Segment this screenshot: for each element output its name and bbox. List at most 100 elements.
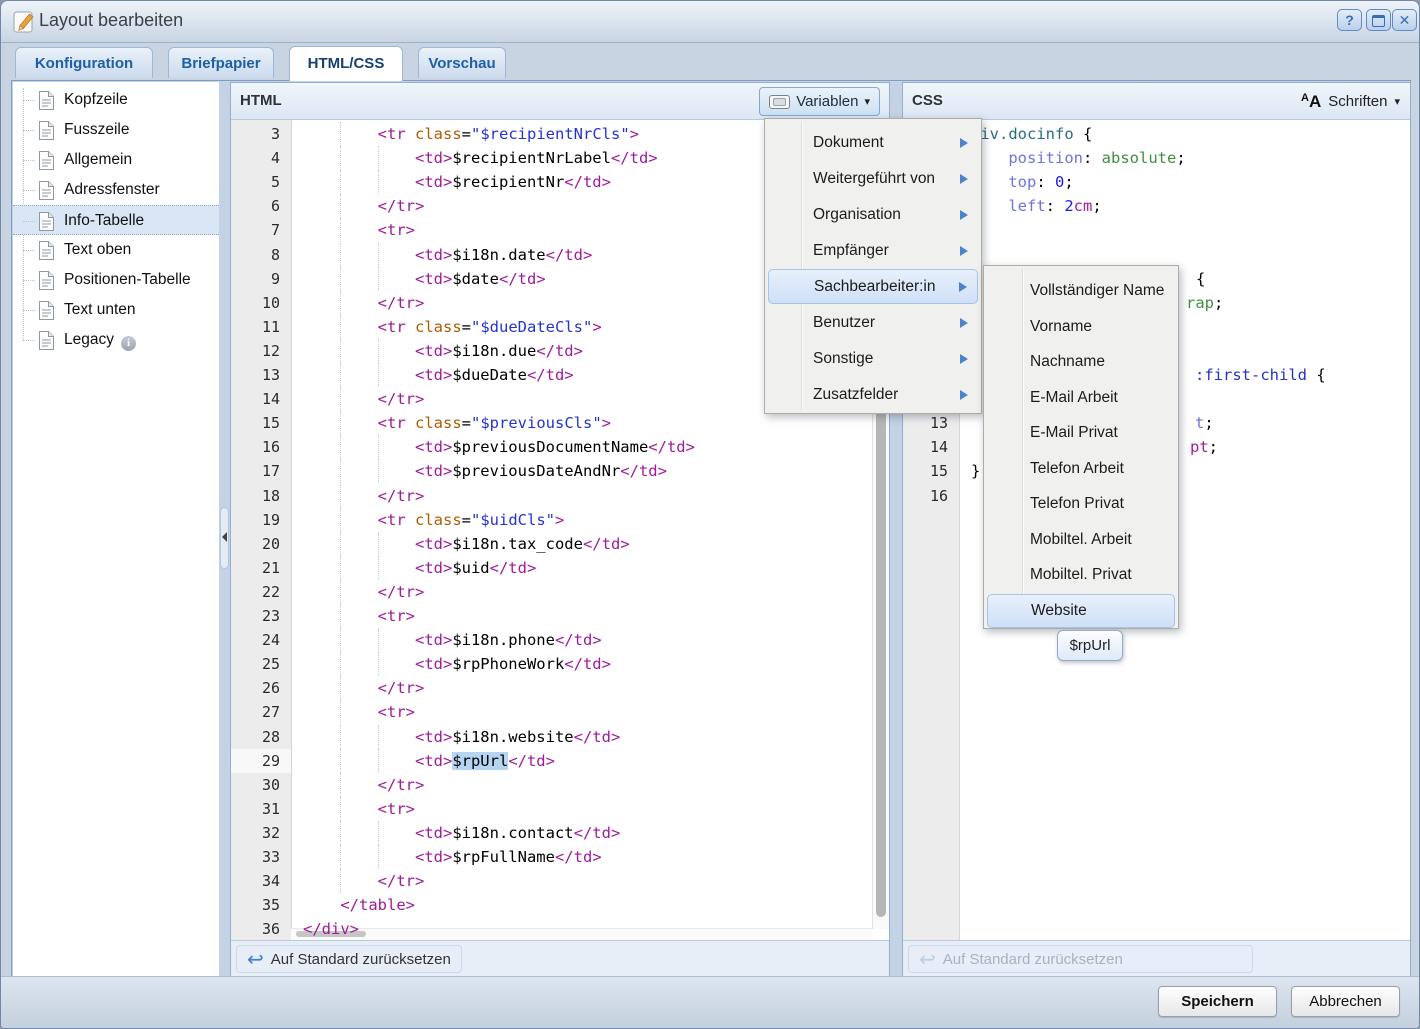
line-number: 26 [231,676,291,700]
code-line: <td>$date</td> [303,267,546,291]
html-pane-title: HTML [240,83,282,119]
html-pane-header: HTML Variablen ▾ [231,83,889,120]
help-icon: ? [1345,12,1354,28]
sidebar-item-positionen-tabelle[interactable]: Positionen-Tabelle [13,265,219,295]
menu-item-nachname[interactable]: Nachname [987,345,1175,380]
submenu-arrow-icon [960,246,968,256]
menu-item-mobiltel-arbeit[interactable]: Mobiltel. Arbeit [987,523,1175,558]
menu-item-e-mail-privat[interactable]: E-Mail Privat [987,416,1175,451]
fonts-icon: AA [1301,92,1321,112]
save-button[interactable]: Speichern [1158,986,1277,1017]
menu-item-website[interactable]: Website [987,594,1175,629]
menu-item-label: Mobiltel. Arbeit [1030,531,1132,549]
line-number: 29 [231,749,291,773]
tab-briefpapier[interactable]: Briefpapier [168,47,274,78]
css-reset-button[interactable]: ↩ Auf Standard zurücksetzen [908,945,1253,973]
sidebar-item-label: Text unten [64,295,136,325]
info-icon[interactable]: i [121,336,136,351]
undo-icon: ↩ [919,949,936,969]
variable-placeholder-icon [769,95,790,109]
code-line: } [971,459,980,483]
sidebar-splitter[interactable] [220,82,230,978]
code-line: <td>$previousDateAndNr</td> [303,459,667,483]
menu-item-sonstige[interactable]: Sonstige [768,341,978,376]
code-line: div.docinfo { [971,122,1092,146]
tab-vorschau[interactable]: Vorschau [418,47,506,78]
chevron-down-icon: ▾ [864,95,870,108]
line-number: 31 [231,797,291,821]
code-line: <tr class="$recipientNrCls"> [303,122,639,146]
html-reset-label: Auf Standard zurücksetzen [271,951,451,968]
sidebar-item-adressfenster[interactable]: Adressfenster [13,175,219,205]
tab-html-css[interactable]: HTML/CSS [289,46,403,81]
line-number: 23 [231,604,291,628]
html-reset-bar: ↩ Auf Standard zurücksetzen [231,940,889,977]
menu-item-organisation[interactable]: Organisation [768,197,978,232]
title-bar: Layout bearbeiten ? ✕ [1,1,1419,43]
menu-item-empf-nger[interactable]: Empfänger [768,233,978,268]
sidebar-item-legacy[interactable]: Legacyi [13,325,219,355]
sidebar-item-kopfzeile[interactable]: Kopfzeile [13,85,219,115]
sidebar-item-label: Info-Tabelle [64,206,144,236]
menu-item-label: Organisation [813,206,901,224]
sidebar-item-label: Text oben [64,235,131,265]
css-pane-header: CSS AA Schriften ▾ [903,83,1410,120]
sidebar-item-label: Adressfenster [64,175,160,205]
sidebar-item-text-unten[interactable]: Text unten [13,295,219,325]
collapse-handle[interactable] [220,507,229,569]
css-pane-title: CSS [912,83,943,119]
code-line: <td>$dueDate</td> [303,363,574,387]
maximize-button[interactable] [1366,9,1391,31]
fonts-button-label: Schriften [1328,93,1387,110]
code-line: rap; [1186,291,1223,315]
menu-item-benutzer[interactable]: Benutzer [768,305,978,340]
menu-item-sachbearbeiter-in[interactable]: Sachbearbeiter:in [768,269,978,304]
code-line: <td>$rpPhoneWork</td> [303,652,611,676]
line-number: 13 [231,363,291,387]
line-number: 34 [231,869,291,893]
menu-item-telefon-privat[interactable]: Telefon Privat [987,487,1175,522]
line-number: 20 [231,532,291,556]
document-icon [38,270,55,296]
menu-item-zusatzfelder[interactable]: Zusatzfelder [768,377,978,412]
menu-item-vollst-ndiger-name[interactable]: Vollständiger Name [987,274,1175,309]
sidebar-item-allgemein[interactable]: Allgemein [13,145,219,175]
submenu-arrow-icon [960,174,968,184]
menu-item-e-mail-arbeit[interactable]: E-Mail Arbeit [987,381,1175,416]
line-number: 8 [231,243,291,267]
menu-item-label: Vollständiger Name [1030,282,1164,300]
line-number: 9 [231,267,291,291]
code-line: </tr> [303,194,424,218]
sidebar-item-info-tabelle[interactable]: Info-Tabelle [13,205,219,235]
menu-item-label: E-Mail Arbeit [1030,389,1118,407]
sidebar-item-label: Allgemein [64,145,132,175]
css-reset-label: Auf Standard zurücksetzen [943,951,1123,968]
horizontal-scrollbar[interactable] [291,928,872,940]
variables-dropdown-button[interactable]: Variablen ▾ [759,87,880,116]
cancel-button[interactable]: Abbrechen [1291,986,1400,1017]
tab-konfiguration[interactable]: Konfiguration [15,47,153,78]
help-button[interactable]: ? [1337,9,1362,31]
submenu-arrow-icon [960,354,968,364]
html-reset-button[interactable]: ↩ Auf Standard zurücksetzen [236,945,462,973]
line-number: 21 [231,556,291,580]
sidebar-item-fusszeile[interactable]: Fusszeile [13,115,219,145]
sidebar-item-text-oben[interactable]: Text oben [13,235,219,265]
menu-item-dokument[interactable]: Dokument [768,125,978,160]
close-button[interactable]: ✕ [1392,9,1417,31]
css-reset-bar: ↩ Auf Standard zurücksetzen [903,940,1410,977]
line-number: 25 [231,652,291,676]
menu-item-telefon-arbeit[interactable]: Telefon Arbeit [987,452,1175,487]
code-line: <td>$i18n.contact</td> [303,821,620,845]
tree-stub [23,250,35,251]
sidebar-item-label: Fusszeile [64,115,129,145]
menu-item-weitergef-hrt-von[interactable]: Weitergeführt von [768,161,978,196]
menu-item-vorname[interactable]: Vorname [987,310,1175,345]
menu-item-label: Telefon Arbeit [1030,460,1124,478]
fonts-dropdown-button[interactable]: AA Schriften ▾ [1301,87,1400,116]
sachbearbeiter-submenu: Vollständiger Name VornameNachname E-Mail … [983,265,1179,629]
edit-pencil-icon [12,9,37,40]
menu-item-mobiltel-privat[interactable]: Mobiltel. Privat [987,558,1175,593]
menu-item-label: Benutzer [813,314,875,332]
line-number: 5 [231,170,291,194]
